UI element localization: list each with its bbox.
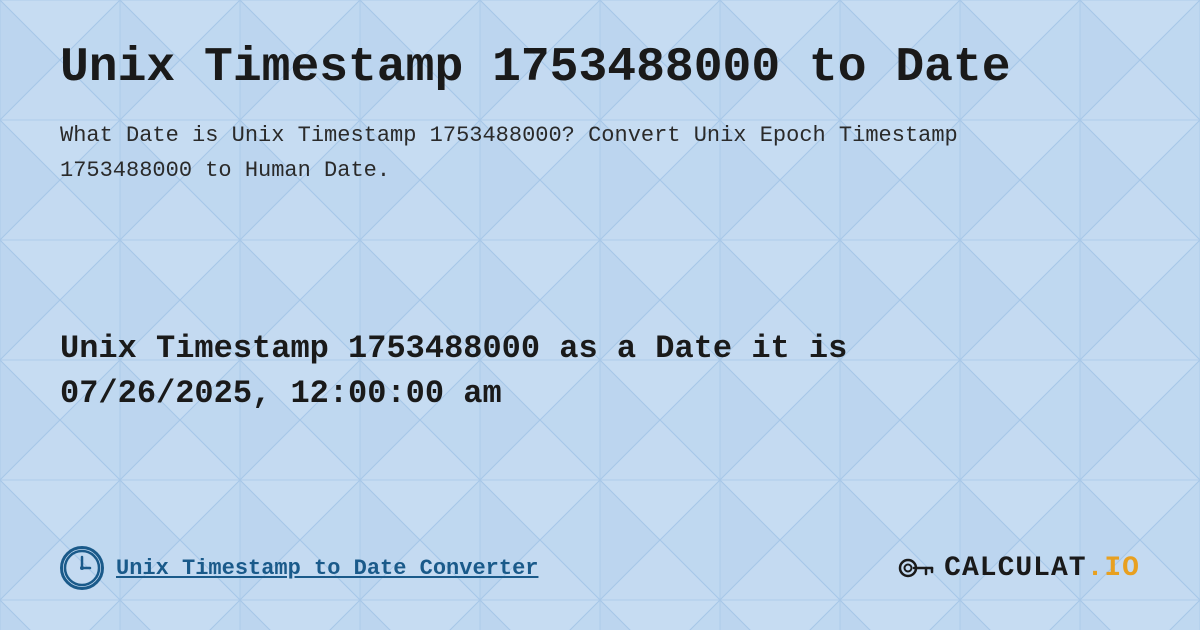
- logo-text: CALCULAT.IO: [944, 553, 1140, 584]
- logo-icon: [896, 548, 936, 588]
- clock-icon: [60, 546, 104, 590]
- result-line2: 07/26/2025, 12:00:00 am: [60, 375, 502, 412]
- page-title: Unix Timestamp 1753488000 to Date: [60, 40, 1140, 98]
- logo-accent: .IO: [1087, 553, 1140, 584]
- result-text: Unix Timestamp 1753488000 as a Date it i…: [60, 327, 1140, 417]
- site-logo: CALCULAT.IO: [896, 548, 1140, 588]
- logo-main: CALCULAT: [944, 553, 1086, 584]
- page-description: What Date is Unix Timestamp 1753488000? …: [60, 118, 960, 188]
- result-line1: Unix Timestamp 1753488000 as a Date it i…: [60, 330, 847, 367]
- footer-converter-link[interactable]: Unix Timestamp to Date Converter: [116, 556, 538, 581]
